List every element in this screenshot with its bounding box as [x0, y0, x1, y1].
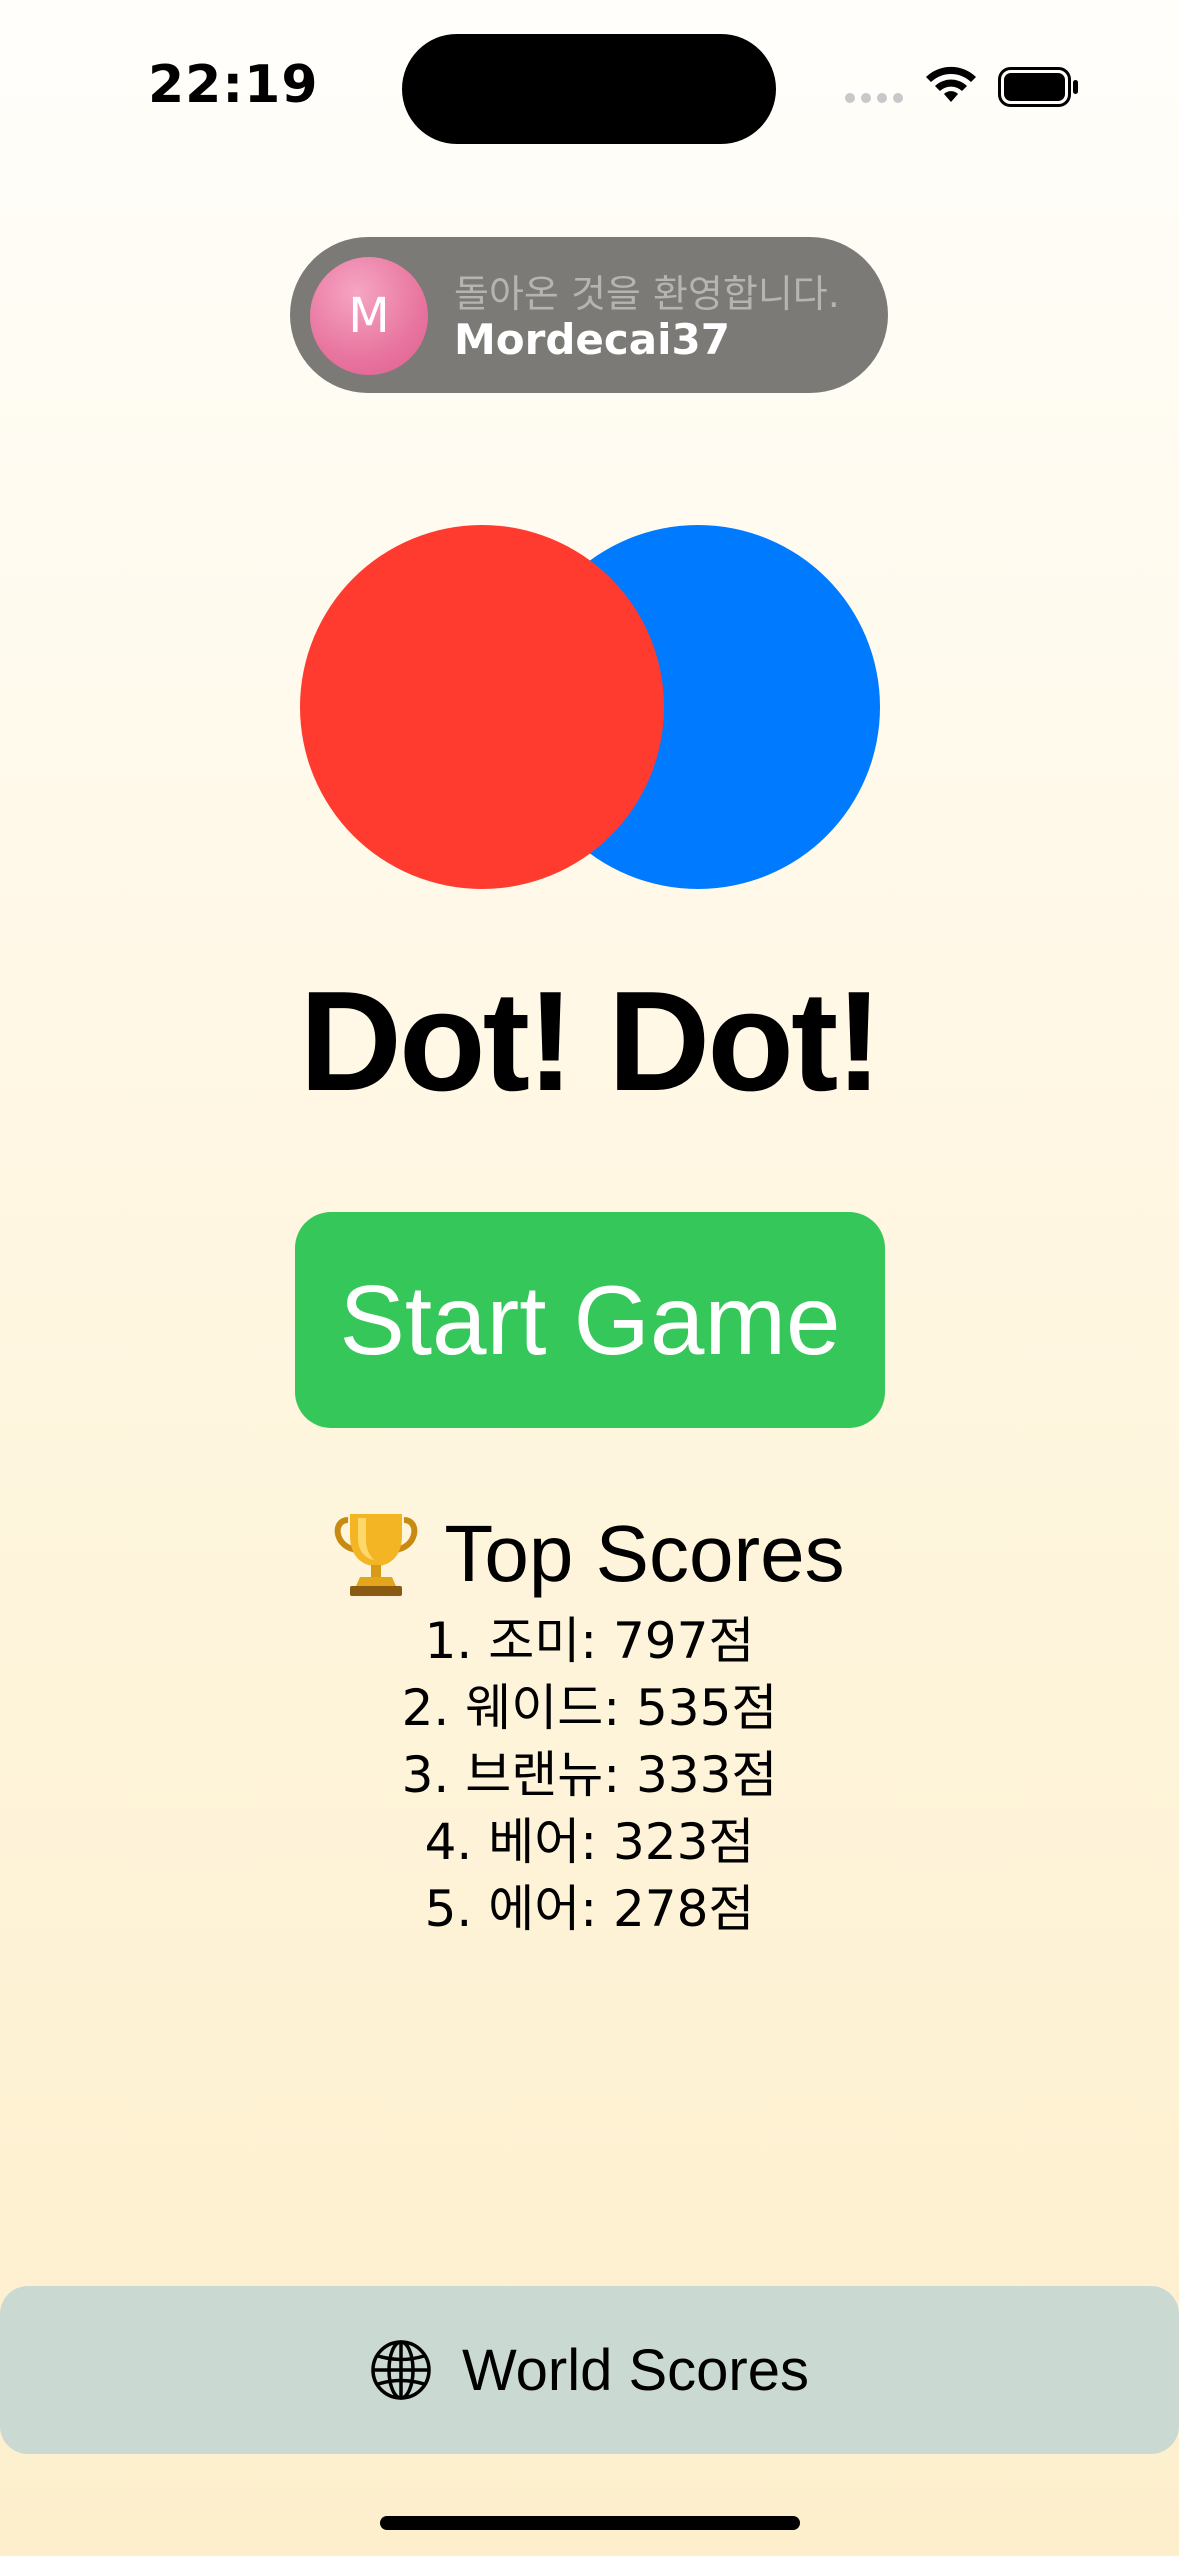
toast-greeting: 돌아온 것을 환영합니다. — [454, 272, 840, 316]
trophy-icon — [335, 1514, 418, 1596]
home-indicator[interactable] — [380, 2516, 800, 2530]
welcome-toast[interactable]: M 돌아온 것을 환영합니다. Mordecai37 — [290, 237, 888, 393]
top-scores-heading: Top Scores — [0, 1500, 1179, 1608]
cellular-signal-icon — [845, 93, 905, 105]
globe-icon — [371, 2340, 431, 2400]
list-item: 1. 조미: 797점 — [424, 1612, 755, 1670]
world-scores-label: World Scores — [461, 2337, 810, 2403]
list-item: 3. 브랜뉴: 333점 — [401, 1746, 778, 1804]
top-scores-section: Top Scores 1. 조미: 797점 2. 웨이드: 535점 3. 브… — [0, 1500, 1179, 1943]
world-scores-button[interactable]: World Scores — [0, 2286, 1179, 2454]
red-dot — [300, 525, 664, 889]
start-game-button[interactable]: Start Game — [295, 1212, 885, 1428]
wifi-icon — [926, 66, 976, 102]
status-time: 22:19 — [148, 55, 319, 115]
top-scores-title: Top Scores — [444, 1509, 845, 1598]
battery-icon — [998, 67, 1078, 107]
list-item: 4. 베어: 323점 — [424, 1813, 755, 1871]
dynamic-island — [402, 34, 776, 144]
app-title: Dot! Dot! — [299, 962, 882, 1121]
avatar: M — [310, 257, 428, 375]
toast-username: Mordecai37 — [454, 315, 730, 364]
list-item: 2. 웨이드: 535점 — [401, 1679, 778, 1737]
list-item: 5. 에어: 278점 — [424, 1880, 755, 1938]
app-logo — [300, 525, 880, 889]
score-list: 1. 조미: 797점 2. 웨이드: 535점 3. 브랜뉴: 333점 4.… — [0, 1608, 1179, 1943]
